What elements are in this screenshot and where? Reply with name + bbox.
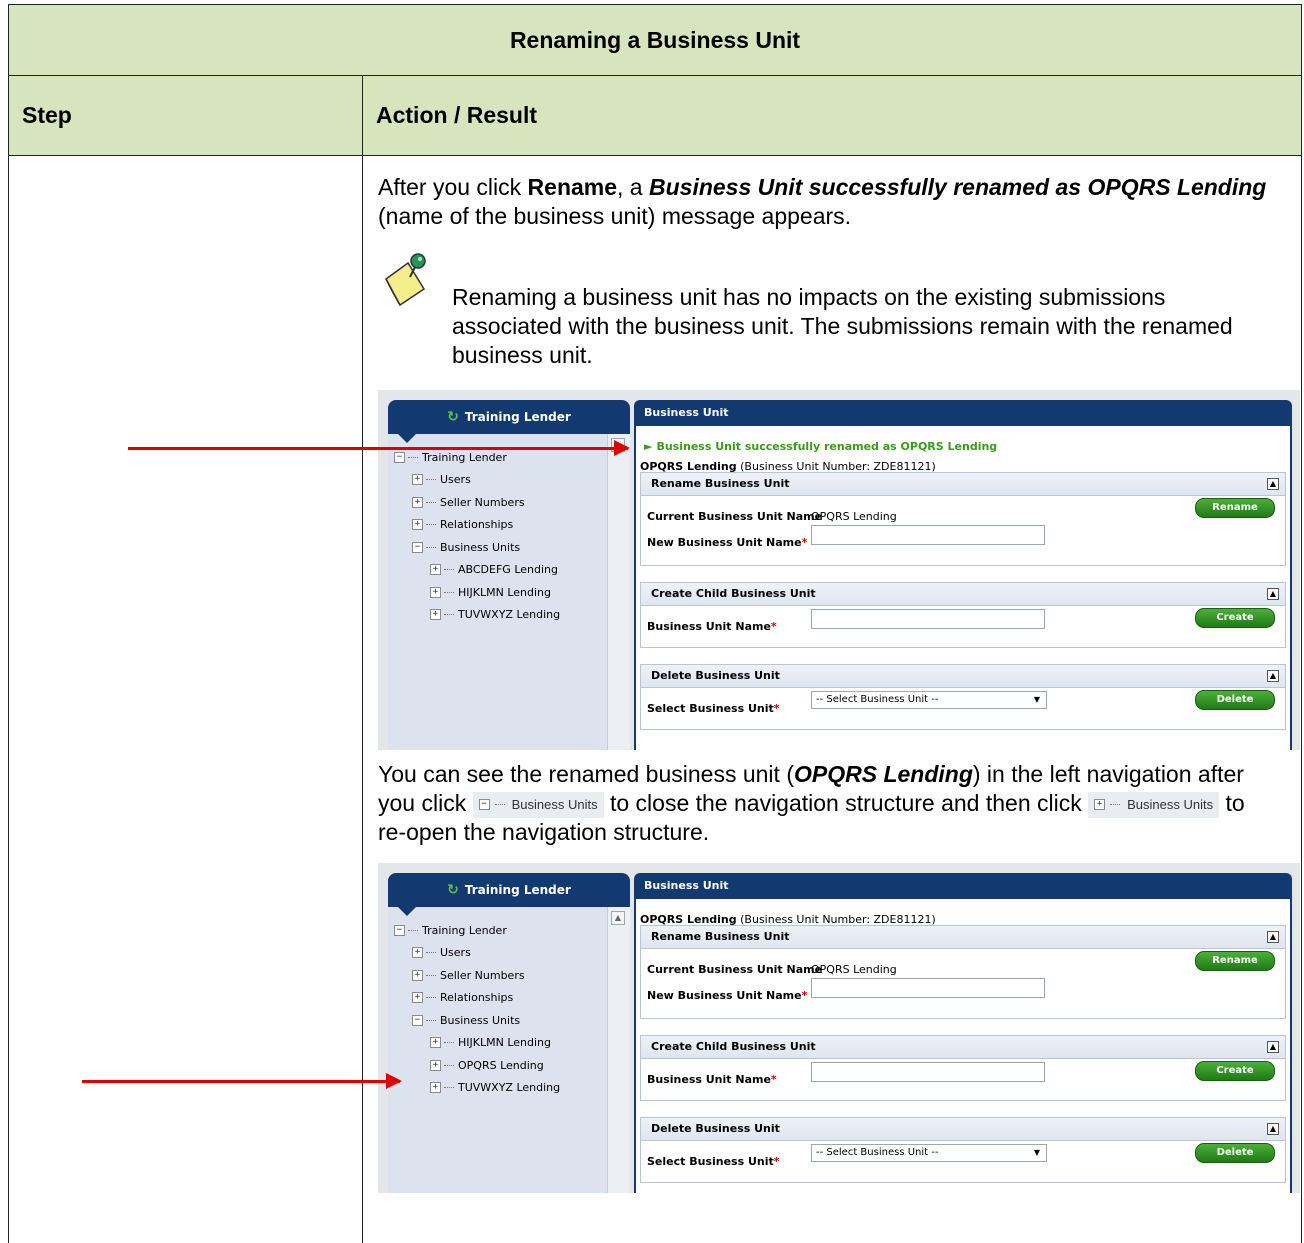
expand-icon: +	[430, 1082, 441, 1093]
collapse-section-icon[interactable]: ▲	[1267, 670, 1279, 682]
nav-scrollbar[interactable]: ▲	[607, 907, 630, 1193]
intro-text: After you click	[378, 174, 528, 200]
expand-icon: +	[412, 992, 423, 1003]
expand-icon: +	[430, 1060, 441, 1071]
chevron-down-icon: ▼	[1034, 1145, 1040, 1161]
callout-arrow-opqrs	[82, 1080, 400, 1083]
rename-term: Rename	[528, 174, 617, 200]
create-button[interactable]: Create	[1195, 1061, 1275, 1081]
rename-section: Rename Business Unit▲ Current Business U…	[640, 925, 1286, 1019]
collapse-section-icon[interactable]: ▲	[1267, 588, 1279, 600]
expand-icon[interactable]: +	[412, 519, 423, 530]
business-units-expand-button: +Business Units	[1088, 792, 1219, 818]
expand-icon: +	[1094, 799, 1105, 810]
new-name-input[interactable]	[811, 525, 1045, 545]
expand-icon[interactable]: +	[412, 497, 423, 508]
note-block: Renaming a business unit has no impacts …	[378, 249, 1300, 370]
lender-logo-icon: ↻	[447, 403, 459, 432]
action-cell: After you click Rename, a Business Unit …	[363, 156, 1302, 1243]
collapse-section-icon[interactable]: ▲	[1267, 931, 1279, 943]
tree-item[interactable]: +TUVWXYZ Lending	[394, 604, 560, 627]
expand-icon: +	[412, 947, 423, 958]
delete-section: Delete Business Unit▲ Select Business Un…	[640, 1117, 1286, 1183]
collapse-icon: −	[412, 1015, 423, 1026]
rename-section: Rename Business Unit▲ Current Business U…	[640, 472, 1286, 566]
delete-button[interactable]: Delete	[1195, 690, 1275, 710]
table-title: Renaming a Business Unit	[9, 5, 1302, 76]
left-panel-title: Training Lender	[465, 876, 571, 905]
callout-arrow-success	[128, 447, 628, 450]
left-navigation: ▲ −Training Lender +Users +Seller Number…	[388, 907, 630, 1193]
left-panel-tab[interactable]: ↻ Training Lender	[388, 873, 630, 907]
create-section: Create Child Business Unit▲ Business Uni…	[640, 1035, 1286, 1101]
business-units-collapse-button: −Business Units	[473, 792, 604, 818]
success-message-term: Business Unit successfully renamed as OP…	[649, 174, 1266, 200]
expand-icon[interactable]: +	[430, 609, 441, 620]
child-name-input[interactable]	[811, 1062, 1045, 1082]
collapse-icon: −	[479, 799, 490, 810]
collapse-icon[interactable]: −	[394, 452, 405, 463]
delete-button[interactable]: Delete	[1195, 1143, 1275, 1163]
select-business-unit[interactable]: -- Select Business Unit --▼	[811, 1144, 1047, 1162]
new-name-input[interactable]	[811, 978, 1045, 998]
note-pushpin-icon	[378, 249, 440, 311]
business-unit-panel-title: Business Unit	[634, 400, 1292, 426]
action-header: Action / Result	[363, 76, 1302, 156]
nav-scrollbar[interactable]: ▲	[607, 434, 630, 750]
expand-icon: +	[412, 970, 423, 981]
left-panel-title: Training Lender	[465, 403, 571, 432]
collapse-icon: −	[394, 925, 405, 936]
left-panel-tab[interactable]: ↻ Training Lender	[388, 400, 630, 434]
collapse-section-icon[interactable]: ▲	[1267, 478, 1279, 490]
delete-section: Delete Business Unit▲ Select Business Un…	[640, 664, 1286, 730]
nav-tree: −Training Lender +Users +Seller Numbers …	[394, 919, 560, 1099]
rename-button[interactable]: Rename	[1195, 498, 1275, 518]
select-business-unit[interactable]: -- Select Business Unit --▼	[811, 691, 1047, 709]
left-navigation: ▲ −Training Lender +Users +Seller Number…	[388, 434, 630, 750]
step-header: Step	[9, 76, 363, 156]
rename-button[interactable]: Rename	[1195, 951, 1275, 971]
screenshot-rename-success: ↻ Training Lender ▲ −Training Lender +Us…	[378, 390, 1300, 750]
intro-text: (name of the business unit) message appe…	[378, 203, 851, 229]
tree-item[interactable]: +TUVWXYZ Lending	[394, 1077, 560, 1100]
business-unit-panel: OPQRS Lending (Business Unit Number: ZDE…	[634, 899, 1292, 1193]
create-section: Create Child Business Unit▲ Business Uni…	[640, 582, 1286, 648]
business-unit-panel: ► Business Unit successfully renamed as …	[634, 426, 1292, 750]
procedure-table: Renaming a Business Unit Step Action / R…	[8, 4, 1302, 1243]
collapse-section-icon[interactable]: ▲	[1267, 1041, 1279, 1053]
second-paragraph: You can see the renamed business unit (O…	[378, 760, 1300, 847]
expand-icon[interactable]: +	[430, 587, 441, 598]
intro-paragraph: After you click Rename, a Business Unit …	[378, 173, 1300, 231]
child-name-input[interactable]	[811, 609, 1045, 629]
tree-item[interactable]: −Training Lender	[394, 919, 560, 942]
create-button[interactable]: Create	[1195, 608, 1275, 628]
nav-tree: −Training Lender +Users +Seller Numbers …	[394, 446, 560, 626]
intro-text: , a	[617, 174, 649, 200]
expand-icon: +	[430, 1037, 441, 1048]
collapse-icon[interactable]: −	[412, 542, 423, 553]
business-unit-panel-title: Business Unit	[634, 873, 1292, 899]
expand-icon[interactable]: +	[412, 474, 423, 485]
expand-icon[interactable]: +	[430, 564, 441, 575]
collapse-section-icon[interactable]: ▲	[1267, 1123, 1279, 1135]
chevron-down-icon: ▼	[1034, 692, 1040, 708]
note-text: Renaming a business unit has no impacts …	[378, 249, 1300, 370]
scroll-up-icon[interactable]: ▲	[611, 911, 625, 925]
screenshot-renamed-in-nav: ↻ Training Lender ▲ −Training Lender +Us…	[378, 863, 1300, 1193]
lender-logo-icon: ↻	[447, 876, 459, 905]
